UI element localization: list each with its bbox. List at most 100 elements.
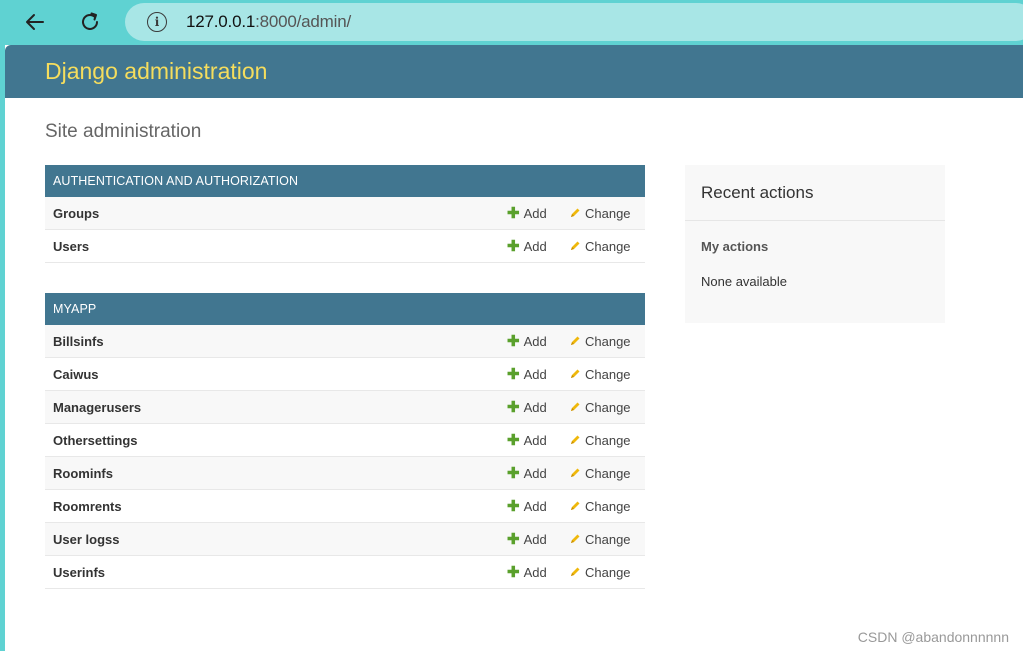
model-link[interactable]: Roomrents: [45, 499, 507, 514]
my-actions-heading: My actions: [701, 239, 769, 254]
add-button[interactable]: ✚ Add: [507, 466, 569, 481]
reload-button[interactable]: [73, 5, 107, 39]
url-text: 127.0.0.1:8000/admin/: [186, 12, 351, 32]
add-label: Add: [523, 432, 547, 448]
add-label: Add: [523, 366, 547, 382]
back-arrow-icon: [26, 14, 44, 30]
recent-actions-panel: Recent actions My actions None available: [685, 165, 945, 323]
add-button[interactable]: ✚ Add: [507, 334, 569, 349]
add-button[interactable]: ✚ Add: [507, 532, 569, 547]
model-link[interactable]: Othersettings: [45, 433, 507, 448]
add-button[interactable]: ✚ Add: [507, 499, 569, 514]
model-row-groups: Groups ✚ Add Change: [45, 197, 645, 230]
change-button[interactable]: Change: [569, 334, 645, 349]
url-host: 127.0.0.1: [186, 12, 256, 31]
model-link[interactable]: Caiwus: [45, 367, 507, 382]
model-link[interactable]: Groups: [45, 206, 507, 221]
change-label: Change: [585, 399, 631, 415]
model-list: Groups ✚ Add Change Users ✚ Add Change: [45, 197, 645, 263]
pencil-icon: [569, 401, 581, 413]
model-row-billsinfs: Billsinfs ✚ Add Change: [45, 325, 645, 358]
site-name-link[interactable]: Django administration: [45, 58, 267, 85]
change-label: Change: [585, 531, 631, 547]
pencil-icon: [569, 207, 581, 219]
address-bar[interactable]: i 127.0.0.1:8000/admin/: [125, 3, 1023, 41]
model-row-managerusers: Managerusers ✚ Add Change: [45, 391, 645, 424]
url-path: :8000/admin/: [255, 12, 351, 31]
empty-actions-text: None available: [701, 274, 788, 289]
reload-icon: [82, 12, 98, 30]
model-row-userinfs: Userinfs ✚ Add Change: [45, 556, 645, 589]
model-row-roominfs: Roominfs ✚ Add Change: [45, 457, 645, 490]
add-label: Add: [523, 238, 547, 254]
admin-header: Django administration: [5, 45, 1023, 98]
module-caption[interactable]: AUTHENTICATION AND AUTHORIZATION: [45, 165, 645, 197]
page-title: Site administration: [45, 121, 202, 142]
change-button[interactable]: Change: [569, 400, 645, 415]
plus-icon: ✚: [507, 464, 520, 482]
module-caption[interactable]: MYAPP: [45, 293, 645, 325]
model-row-user-logss: User logss ✚ Add Change: [45, 523, 645, 556]
pencil-icon: [569, 500, 581, 512]
change-button[interactable]: Change: [569, 532, 645, 547]
model-row-othersettings: Othersettings ✚ Add Change: [45, 424, 645, 457]
model-list: Billsinfs ✚ Add Change Caiwus ✚ Add Change…: [45, 325, 645, 589]
add-button[interactable]: ✚ Add: [507, 400, 569, 415]
pencil-icon: [569, 434, 581, 446]
plus-icon: ✚: [507, 563, 520, 581]
model-link[interactable]: Users: [45, 239, 507, 254]
add-label: Add: [523, 399, 547, 415]
change-button[interactable]: Change: [569, 206, 645, 221]
add-button[interactable]: ✚ Add: [507, 206, 569, 221]
change-label: Change: [585, 432, 631, 448]
model-link[interactable]: Managerusers: [45, 400, 507, 415]
change-label: Change: [585, 465, 631, 481]
model-row-roomrents: Roomrents ✚ Add Change: [45, 490, 645, 523]
add-button[interactable]: ✚ Add: [507, 239, 569, 254]
pencil-icon: [569, 240, 581, 252]
plus-icon: ✚: [507, 237, 520, 255]
pencil-icon: [569, 566, 581, 578]
model-link[interactable]: Billsinfs: [45, 334, 507, 349]
app-module-myapp: MYAPP Billsinfs ✚ Add Change Caiwus ✚ Add …: [45, 293, 645, 589]
plus-icon: ✚: [507, 497, 520, 515]
admin-page: Django administration Site administratio…: [5, 45, 1023, 651]
change-label: Change: [585, 366, 631, 382]
watermark: CSDN @abandonnnnnn: [857, 629, 1009, 645]
browser-toolbar: i 127.0.0.1:8000/admin/: [0, 0, 1023, 45]
recent-actions-title: Recent actions: [685, 165, 945, 221]
model-link[interactable]: User logss: [45, 532, 507, 547]
pencil-icon: [569, 368, 581, 380]
add-button[interactable]: ✚ Add: [507, 367, 569, 382]
change-label: Change: [585, 333, 631, 349]
change-button[interactable]: Change: [569, 499, 645, 514]
add-label: Add: [523, 531, 547, 547]
plus-icon: ✚: [507, 365, 520, 383]
model-link[interactable]: Roominfs: [45, 466, 507, 481]
add-label: Add: [523, 465, 547, 481]
add-label: Add: [523, 564, 547, 580]
change-label: Change: [585, 205, 631, 221]
change-button[interactable]: Change: [569, 367, 645, 382]
change-button[interactable]: Change: [569, 239, 645, 254]
pencil-icon: [569, 533, 581, 545]
add-label: Add: [523, 205, 547, 221]
add-button[interactable]: ✚ Add: [507, 565, 569, 580]
plus-icon: ✚: [507, 204, 520, 222]
pencil-icon: [569, 467, 581, 479]
add-label: Add: [523, 333, 547, 349]
change-label: Change: [585, 498, 631, 514]
model-link[interactable]: Userinfs: [45, 565, 507, 580]
change-button[interactable]: Change: [569, 433, 645, 448]
change-button[interactable]: Change: [569, 466, 645, 481]
back-button[interactable]: [18, 5, 52, 39]
model-row-caiwus: Caiwus ✚ Add Change: [45, 358, 645, 391]
change-label: Change: [585, 564, 631, 580]
add-button[interactable]: ✚ Add: [507, 433, 569, 448]
app-module-auth: AUTHENTICATION AND AUTHORIZATION Groups …: [45, 165, 645, 263]
plus-icon: ✚: [507, 332, 520, 350]
pencil-icon: [569, 335, 581, 347]
add-label: Add: [523, 498, 547, 514]
site-info-icon[interactable]: i: [147, 12, 167, 32]
change-button[interactable]: Change: [569, 565, 645, 580]
